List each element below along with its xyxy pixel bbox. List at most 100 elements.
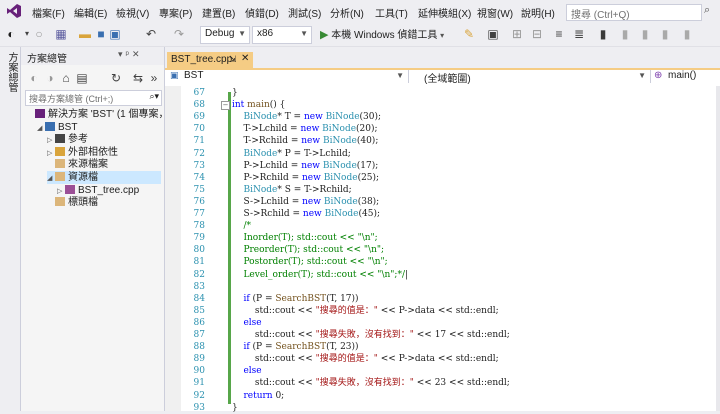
home-icon[interactable]: ⌂	[59, 71, 73, 85]
line-number: 69	[193, 112, 205, 123]
clear-bookmarks-icon[interactable]: ▮	[658, 27, 672, 41]
menu-window[interactable]: 視窗(W)	[477, 5, 513, 20]
chevron-down-icon: ▼	[638, 71, 646, 80]
menu-help[interactable]: 說明(H)	[521, 5, 555, 20]
solution-search-placeholder: 搜尋方案總管 (Ctrl+;)	[29, 94, 114, 104]
forward-icon[interactable]: ○	[32, 27, 46, 41]
close-icon[interactable]: ✕	[241, 53, 249, 64]
global-scope-value: (全域範圍)	[424, 74, 471, 85]
search-icon[interactable]: ⌕▾	[149, 91, 159, 102]
code-text: return 0;	[243, 390, 285, 401]
close-icon[interactable]: ✕	[132, 49, 143, 59]
line-number: 71	[193, 136, 205, 147]
solution-icon	[35, 109, 45, 118]
expander-icon[interactable]: ◢	[47, 172, 55, 185]
sync-icon[interactable]: ↻	[109, 71, 123, 85]
tree-item[interactable]: ◢ BST	[37, 121, 161, 134]
tree-item[interactable]: 解決方案 'BST' (1 個專案，共 1	[27, 108, 187, 121]
chevron-down-icon: ▼	[238, 29, 246, 38]
forward-icon[interactable]: ◑	[43, 71, 57, 85]
solution-explorer-side-tab[interactable]: 方案總管	[4, 52, 19, 92]
menu-debug[interactable]: 偵錯(D)	[245, 5, 279, 20]
menu-analyze[interactable]: 分析(N)	[330, 5, 364, 20]
vertical-scrollbar[interactable]	[716, 86, 720, 411]
global-scope-dropdown[interactable]: (全域範圍) ▼	[410, 70, 651, 85]
line-number: 88	[193, 342, 205, 353]
tree-item-label: BST_tree.cpp	[78, 184, 140, 196]
switch-views-icon[interactable]: ▤	[75, 71, 89, 85]
platform-value: x86	[257, 28, 274, 39]
panel-menu-icon[interactable]: ▾	[118, 49, 126, 59]
document-tab-bst-tree-cpp[interactable]: BST_tree.cpp ⇲ ✕	[167, 52, 253, 68]
screenshot-icon[interactable]: ▣	[486, 27, 500, 41]
expander-icon[interactable]: ◢	[37, 122, 45, 135]
line-number: 74	[193, 172, 205, 183]
project-scope-dropdown[interactable]: ▣ BST ▼	[166, 70, 409, 83]
menu-project[interactable]: 專案(P)	[159, 5, 192, 20]
chevron-down-icon: ▼	[396, 71, 404, 80]
undo-icon[interactable]: ↶	[144, 27, 158, 41]
tree-item[interactable]: 標頭檔	[47, 196, 161, 209]
refresh-icon[interactable]: ⇆	[131, 71, 145, 85]
references-icon	[55, 134, 65, 144]
code-text: Preorder(T); std::cout << "\n";	[243, 245, 385, 256]
toggle-icon[interactable]: ⊟	[530, 27, 544, 41]
function-dropdown[interactable]: ⊕ main()	[652, 70, 718, 83]
search-input[interactable]: 搜尋 (Ctrl+Q)	[566, 4, 702, 21]
line-number: 84	[193, 293, 205, 304]
bookmark-icon[interactable]: ▮	[596, 27, 610, 41]
start-debugging-button[interactable]: ▶ 本機 Windows 偵錯工具 ▾	[320, 26, 444, 42]
next-bookmark-icon[interactable]: ▮	[638, 27, 652, 41]
side-tool-strip	[0, 47, 21, 411]
back-icon[interactable]: ◐	[27, 71, 41, 85]
tree-item[interactable]: 來源檔案	[47, 158, 161, 171]
code-text: T->Lchild = new BiNode(20);	[232, 124, 378, 135]
line-number: 80	[193, 245, 205, 256]
save-all-icon[interactable]: ▣	[108, 27, 122, 41]
menu-build[interactable]: 建置(B)	[202, 5, 235, 20]
tree-item[interactable]: ▷ 外部相依性	[47, 146, 161, 159]
tree-item[interactable]: ▷ BST_tree.cpp	[57, 184, 161, 197]
menu-edit[interactable]: 編輯(E)	[74, 5, 107, 20]
platform-dropdown[interactable]: x86 ▼	[252, 26, 312, 44]
code-text: if (P = SearchBST(T, 23))	[243, 342, 359, 353]
tree-item-label: 來源檔案	[68, 159, 108, 171]
redo-icon[interactable]: ↷	[172, 27, 186, 41]
collapse-icon[interactable]: −	[221, 101, 230, 111]
code-text: S->Rchild = new BiNode(45);	[232, 209, 381, 219]
back-icon[interactable]: ◐	[4, 27, 18, 41]
code-text: BiNode* T = new BiNode(30);	[243, 112, 382, 123]
pin-icon[interactable]: ⇲	[229, 54, 237, 65]
save-icon[interactable]: ■	[94, 27, 108, 41]
solution-search-input[interactable]: 搜尋方案總管 (Ctrl+;) ⌕▾	[25, 90, 162, 106]
code-text: int main() {	[232, 100, 286, 111]
tree-item[interactable]: ◢ 資源檔	[47, 171, 161, 184]
menu-tools[interactable]: 工具(T)	[375, 5, 408, 20]
code-text: std::cout << "搜尋的值是：" << P->data << std:…	[232, 354, 499, 365]
open-file-icon[interactable]: ▬	[78, 27, 92, 41]
prev-bookmark-icon[interactable]: ▮	[618, 27, 632, 41]
step-icon[interactable]: ⊞	[510, 27, 524, 41]
menu-extensions[interactable]: 延伸模組(X)	[418, 5, 471, 20]
menu-view[interactable]: 檢視(V)	[116, 5, 149, 20]
new-project-icon[interactable]: ▦	[54, 27, 68, 41]
tree-item-label: BST	[58, 121, 78, 133]
uncomment-icon[interactable]: ≣	[572, 27, 586, 41]
code-text: P->Lchild = new BiNode(17);	[232, 160, 379, 171]
bookmark-window-icon[interactable]: ▮	[680, 27, 694, 41]
line-number: 85	[193, 305, 205, 316]
tree-item[interactable]: ▷ 參考	[47, 133, 161, 146]
menu-test[interactable]: 測試(S)	[288, 5, 321, 20]
configuration-dropdown[interactable]: Debug ▼	[200, 26, 250, 44]
function-icon: ⊕	[654, 70, 663, 81]
scope-value: BST	[184, 70, 204, 81]
search-icon[interactable]: ⌕	[704, 4, 710, 17]
tree-item-label: 外部相依性	[68, 146, 118, 158]
line-number: 89	[193, 354, 205, 365]
comment-icon[interactable]: ≡	[552, 27, 566, 41]
menu-file[interactable]: 檔案(F)	[32, 5, 65, 20]
more-icon[interactable]: »	[147, 71, 161, 85]
line-number: 70	[193, 124, 205, 135]
code-text: }	[232, 402, 238, 413]
hot-reload-icon[interactable]: ✎	[462, 27, 476, 41]
